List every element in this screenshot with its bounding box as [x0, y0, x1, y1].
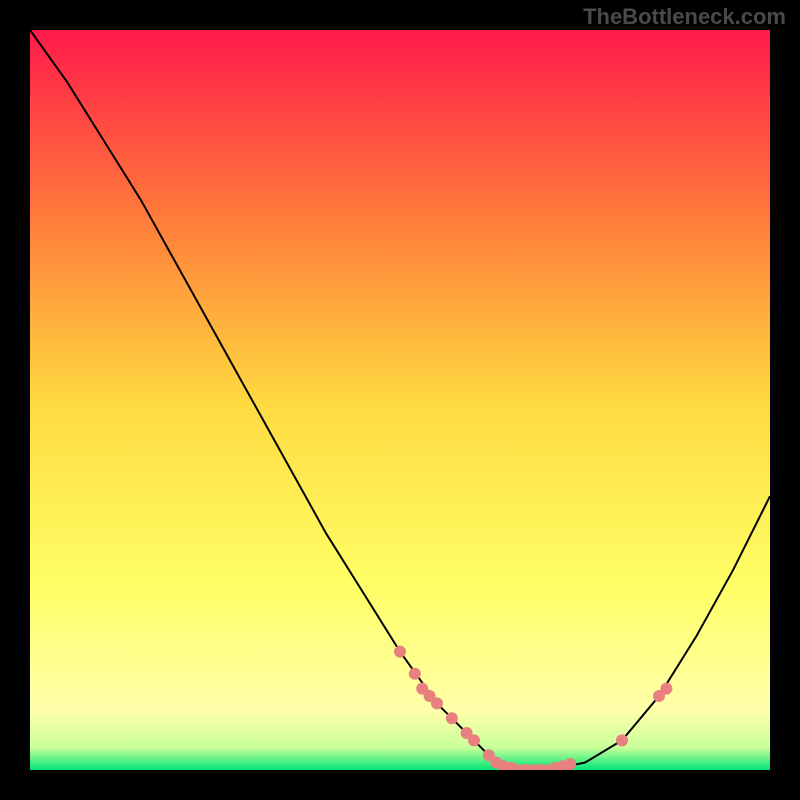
curve-layer [30, 30, 770, 770]
data-marker [394, 646, 406, 658]
data-marker [409, 668, 421, 680]
data-marker [431, 697, 443, 709]
bottleneck-curve [30, 30, 770, 770]
data-marker [616, 734, 628, 746]
data-marker [660, 683, 672, 695]
data-markers [394, 646, 672, 770]
watermark-text: TheBottleneck.com [583, 4, 786, 30]
data-marker [468, 734, 480, 746]
plot-area [30, 30, 770, 770]
data-marker [446, 712, 458, 724]
data-marker [564, 758, 576, 770]
